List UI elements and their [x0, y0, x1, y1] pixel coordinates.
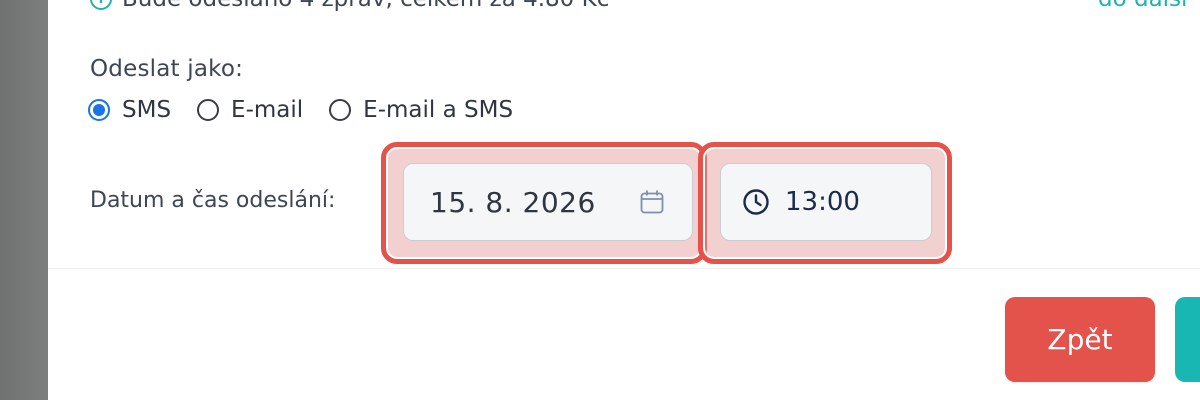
next-button[interactable] [1175, 297, 1200, 382]
continue-link[interactable]: do další [1098, 0, 1187, 14]
radio-sms-circle[interactable] [88, 99, 110, 121]
summary-info-text: Bude odesláno 4 zpráv, celkem za 4.80 Kč [122, 0, 609, 12]
radio-sms-label: SMS [122, 97, 172, 123]
info-icon: i [90, 0, 112, 10]
send-dialog: i Bude odesláno 4 zpráv, celkem za 4.80 … [48, 0, 1200, 400]
footer-divider [48, 268, 1200, 269]
modal-backdrop [0, 0, 48, 400]
send-as-label: Odeslat jako: [90, 56, 244, 82]
back-button[interactable]: Zpět [1005, 297, 1155, 382]
date-input[interactable]: 15. 8. 2026 [403, 163, 693, 241]
summary-info: i Bude odesláno 4 zpráv, celkem za 4.80 … [90, 0, 609, 14]
radio-email-label: E-mail [231, 97, 304, 123]
radio-email-and-sms[interactable]: E-mail a SMS [329, 97, 513, 123]
radio-email-and-sms-label: E-mail a SMS [363, 97, 514, 123]
radio-email-and-sms-circle[interactable] [329, 99, 352, 121]
send-as-radio-group: SMS E-mail E-mail a SMS [88, 94, 539, 126]
radio-email[interactable]: E-mail [197, 97, 303, 123]
send-datetime-label: Datum a čas odeslání: [90, 188, 336, 213]
clock-icon [741, 187, 771, 217]
time-input[interactable]: 13:00 [720, 163, 932, 241]
calendar-icon[interactable] [638, 188, 666, 216]
time-value: 13:00 [785, 187, 860, 217]
date-value: 15. 8. 2026 [430, 185, 596, 219]
radio-sms[interactable]: SMS [88, 97, 171, 123]
radio-email-circle[interactable] [197, 99, 220, 121]
